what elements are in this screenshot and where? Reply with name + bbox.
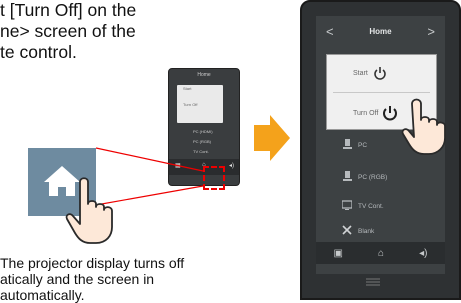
card-divider xyxy=(333,92,430,93)
list-item[interactable]: Blank xyxy=(342,225,438,235)
tv-icon xyxy=(342,200,352,210)
next-page-button[interactable]: > xyxy=(427,24,435,39)
list-item[interactable]: PC (RGB) xyxy=(343,171,438,181)
note-line: atically and the screen in xyxy=(0,271,155,287)
start-button[interactable]: Start xyxy=(327,61,436,85)
remote-bottom-bar: ▣ ⌂ ◂) xyxy=(316,242,445,264)
turn-off-label: Turn Off xyxy=(353,109,379,117)
home-icon[interactable]: ⌂ xyxy=(378,248,384,259)
list-item-label: PC xyxy=(358,142,368,149)
pc-icon xyxy=(343,139,352,149)
list-item-label: PC (RGB) xyxy=(358,174,388,181)
note-line: The projector display turns off xyxy=(0,255,185,271)
result-note: The projector display turns off atically… xyxy=(0,255,230,303)
close-icon xyxy=(342,225,352,235)
pc-icon xyxy=(343,171,352,181)
menu-icon[interactable] xyxy=(366,278,380,286)
prev-page-button[interactable]: < xyxy=(326,24,334,39)
list-item[interactable]: TV Cont. xyxy=(342,200,438,210)
arrow-right-icon xyxy=(254,115,290,161)
volume-icon[interactable]: ◂) xyxy=(419,248,427,259)
power-icon xyxy=(383,106,398,121)
list-item-label: TV Cont. xyxy=(358,203,384,210)
hand-pointer-icon xyxy=(401,98,446,155)
remote-top-bar: < Home > xyxy=(316,16,445,46)
list-item-label: Blank xyxy=(358,228,375,235)
device-icon[interactable]: ▣ xyxy=(334,248,343,259)
hand-pointer-icon xyxy=(65,177,113,244)
start-label: Start xyxy=(353,69,368,77)
connector-line xyxy=(95,147,204,172)
note-line: automatically. xyxy=(0,287,85,303)
remote-title: Home xyxy=(369,26,392,36)
power-icon xyxy=(374,67,386,80)
